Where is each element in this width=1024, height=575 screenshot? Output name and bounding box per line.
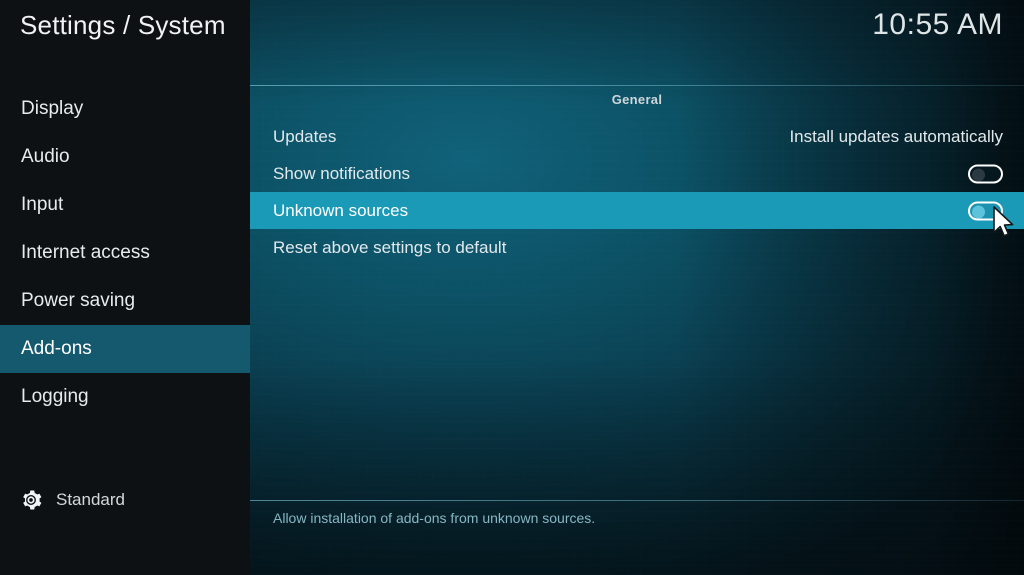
toggle-unknown-sources[interactable] — [968, 201, 1003, 220]
setting-row-reset-defaults[interactable]: Reset above settings to default — [250, 229, 1024, 266]
sidebar-item-label: Input — [21, 194, 64, 215]
settings-list: Updates Install updates automatically Sh… — [250, 118, 1024, 266]
setting-row-unknown-sources[interactable]: Unknown sources — [250, 192, 1024, 229]
kodi-settings-screen: General Updates Install updates automati… — [0, 0, 1024, 575]
sidebar-item-label: Logging — [21, 386, 89, 407]
main-panel: General Updates Install updates automati… — [250, 0, 1024, 575]
setting-row-updates[interactable]: Updates Install updates automatically — [250, 118, 1024, 155]
setting-label-reset-defaults: Reset above settings to default — [273, 237, 507, 257]
setting-row-show-notifications[interactable]: Show notifications — [250, 155, 1024, 192]
header: Settings / System 10:55 AM — [0, 0, 1024, 85]
settings-level-label: Standard — [56, 490, 125, 509]
bottom-divider — [250, 500, 1024, 501]
sidebar-item-internet-access[interactable]: Internet access — [0, 229, 250, 277]
settings-group-title: General — [611, 92, 663, 107]
page-title: Settings / System — [20, 10, 226, 40]
setting-label-show-notifications: Show notifications — [273, 163, 411, 183]
sidebar-item-power-saving[interactable]: Power saving — [0, 277, 250, 325]
sidebar: Display Audio Input Internet access Powe… — [0, 85, 250, 575]
setting-value-updates[interactable]: Install updates automatically — [789, 127, 1003, 147]
sidebar-item-logging[interactable]: Logging — [0, 373, 250, 421]
sidebar-item-label: Audio — [21, 146, 70, 167]
setting-help-text: Allow installation of add-ons from unkno… — [273, 510, 596, 526]
sidebar-item-label: Internet access — [21, 242, 150, 263]
top-divider — [250, 85, 1024, 86]
sidebar-item-label: Power saving — [21, 290, 136, 311]
gear-icon — [23, 490, 42, 510]
toggle-show-notifications[interactable] — [968, 164, 1003, 183]
sidebar-item-label: Add-ons — [21, 338, 92, 359]
sidebar-item-display[interactable]: Display — [0, 85, 250, 133]
sidebar-nav: Display Audio Input Internet access Powe… — [0, 85, 250, 421]
toggle-knob — [972, 168, 985, 181]
sidebar-item-input[interactable]: Input — [0, 181, 250, 229]
sidebar-item-add-ons[interactable]: Add-ons — [0, 325, 250, 373]
setting-label-updates: Updates — [273, 126, 337, 146]
clock: 10:55 AM — [872, 8, 1003, 41]
sidebar-item-label: Display — [21, 98, 84, 119]
toggle-knob — [972, 205, 985, 218]
setting-label-unknown-sources: Unknown sources — [273, 200, 409, 220]
sidebar-item-audio[interactable]: Audio — [0, 133, 250, 181]
settings-level-selector[interactable]: Standard — [0, 478, 250, 522]
